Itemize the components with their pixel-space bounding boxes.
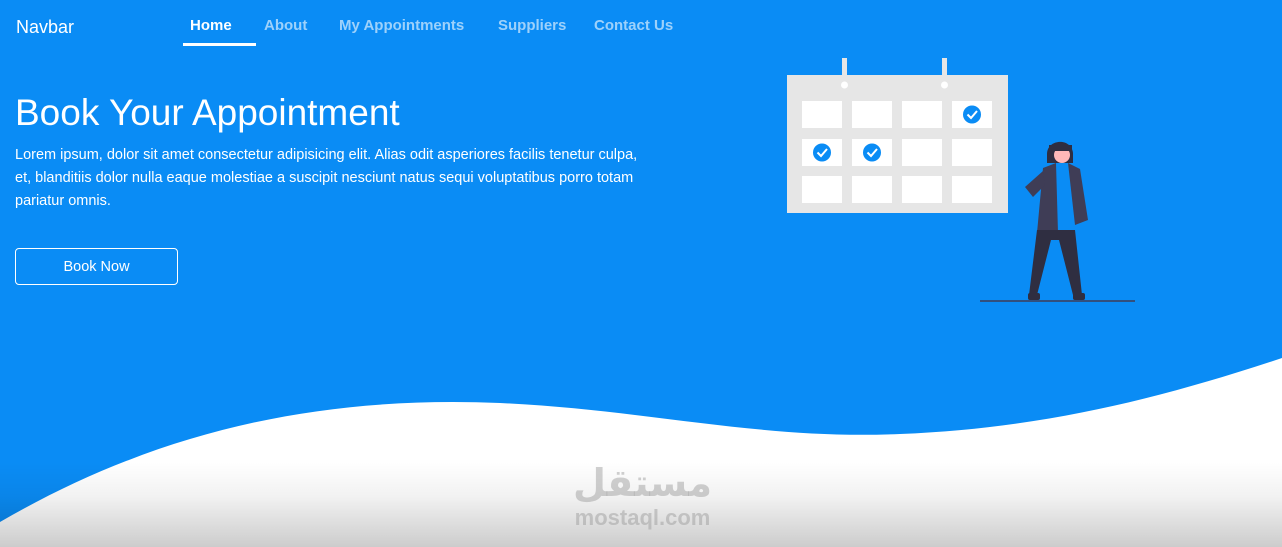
calendar-icon (787, 58, 1008, 213)
watermark-arabic-text: مستقل (573, 463, 712, 505)
hero-title: Book Your Appointment (15, 92, 400, 133)
book-now-button[interactable]: Book Now (15, 248, 178, 285)
top-navbar: Navbar Home About My Appointments Suppli… (0, 0, 1282, 52)
nav-link-home[interactable]: Home (190, 17, 232, 34)
watermark-latin-text: mostaql.com (574, 505, 711, 530)
nav-link-contact-us[interactable]: Contact Us (594, 17, 673, 34)
mostaql-watermark-logo: مستقل mostaql.com (555, 462, 730, 542)
hero-description: Lorem ipsum, dolor sit amet consectetur … (15, 147, 638, 209)
check-circle-icon (863, 143, 881, 162)
navbar-brand[interactable]: Navbar (16, 17, 74, 38)
check-circle-icon (963, 105, 981, 124)
calendar-person-illustration (787, 58, 1135, 302)
active-nav-indicator (183, 43, 256, 46)
nav-link-suppliers[interactable]: Suppliers (498, 17, 566, 34)
nav-link-my-appointments[interactable]: My Appointments (339, 17, 464, 34)
check-circle-icon (813, 143, 831, 162)
nav-link-about[interactable]: About (264, 17, 307, 34)
